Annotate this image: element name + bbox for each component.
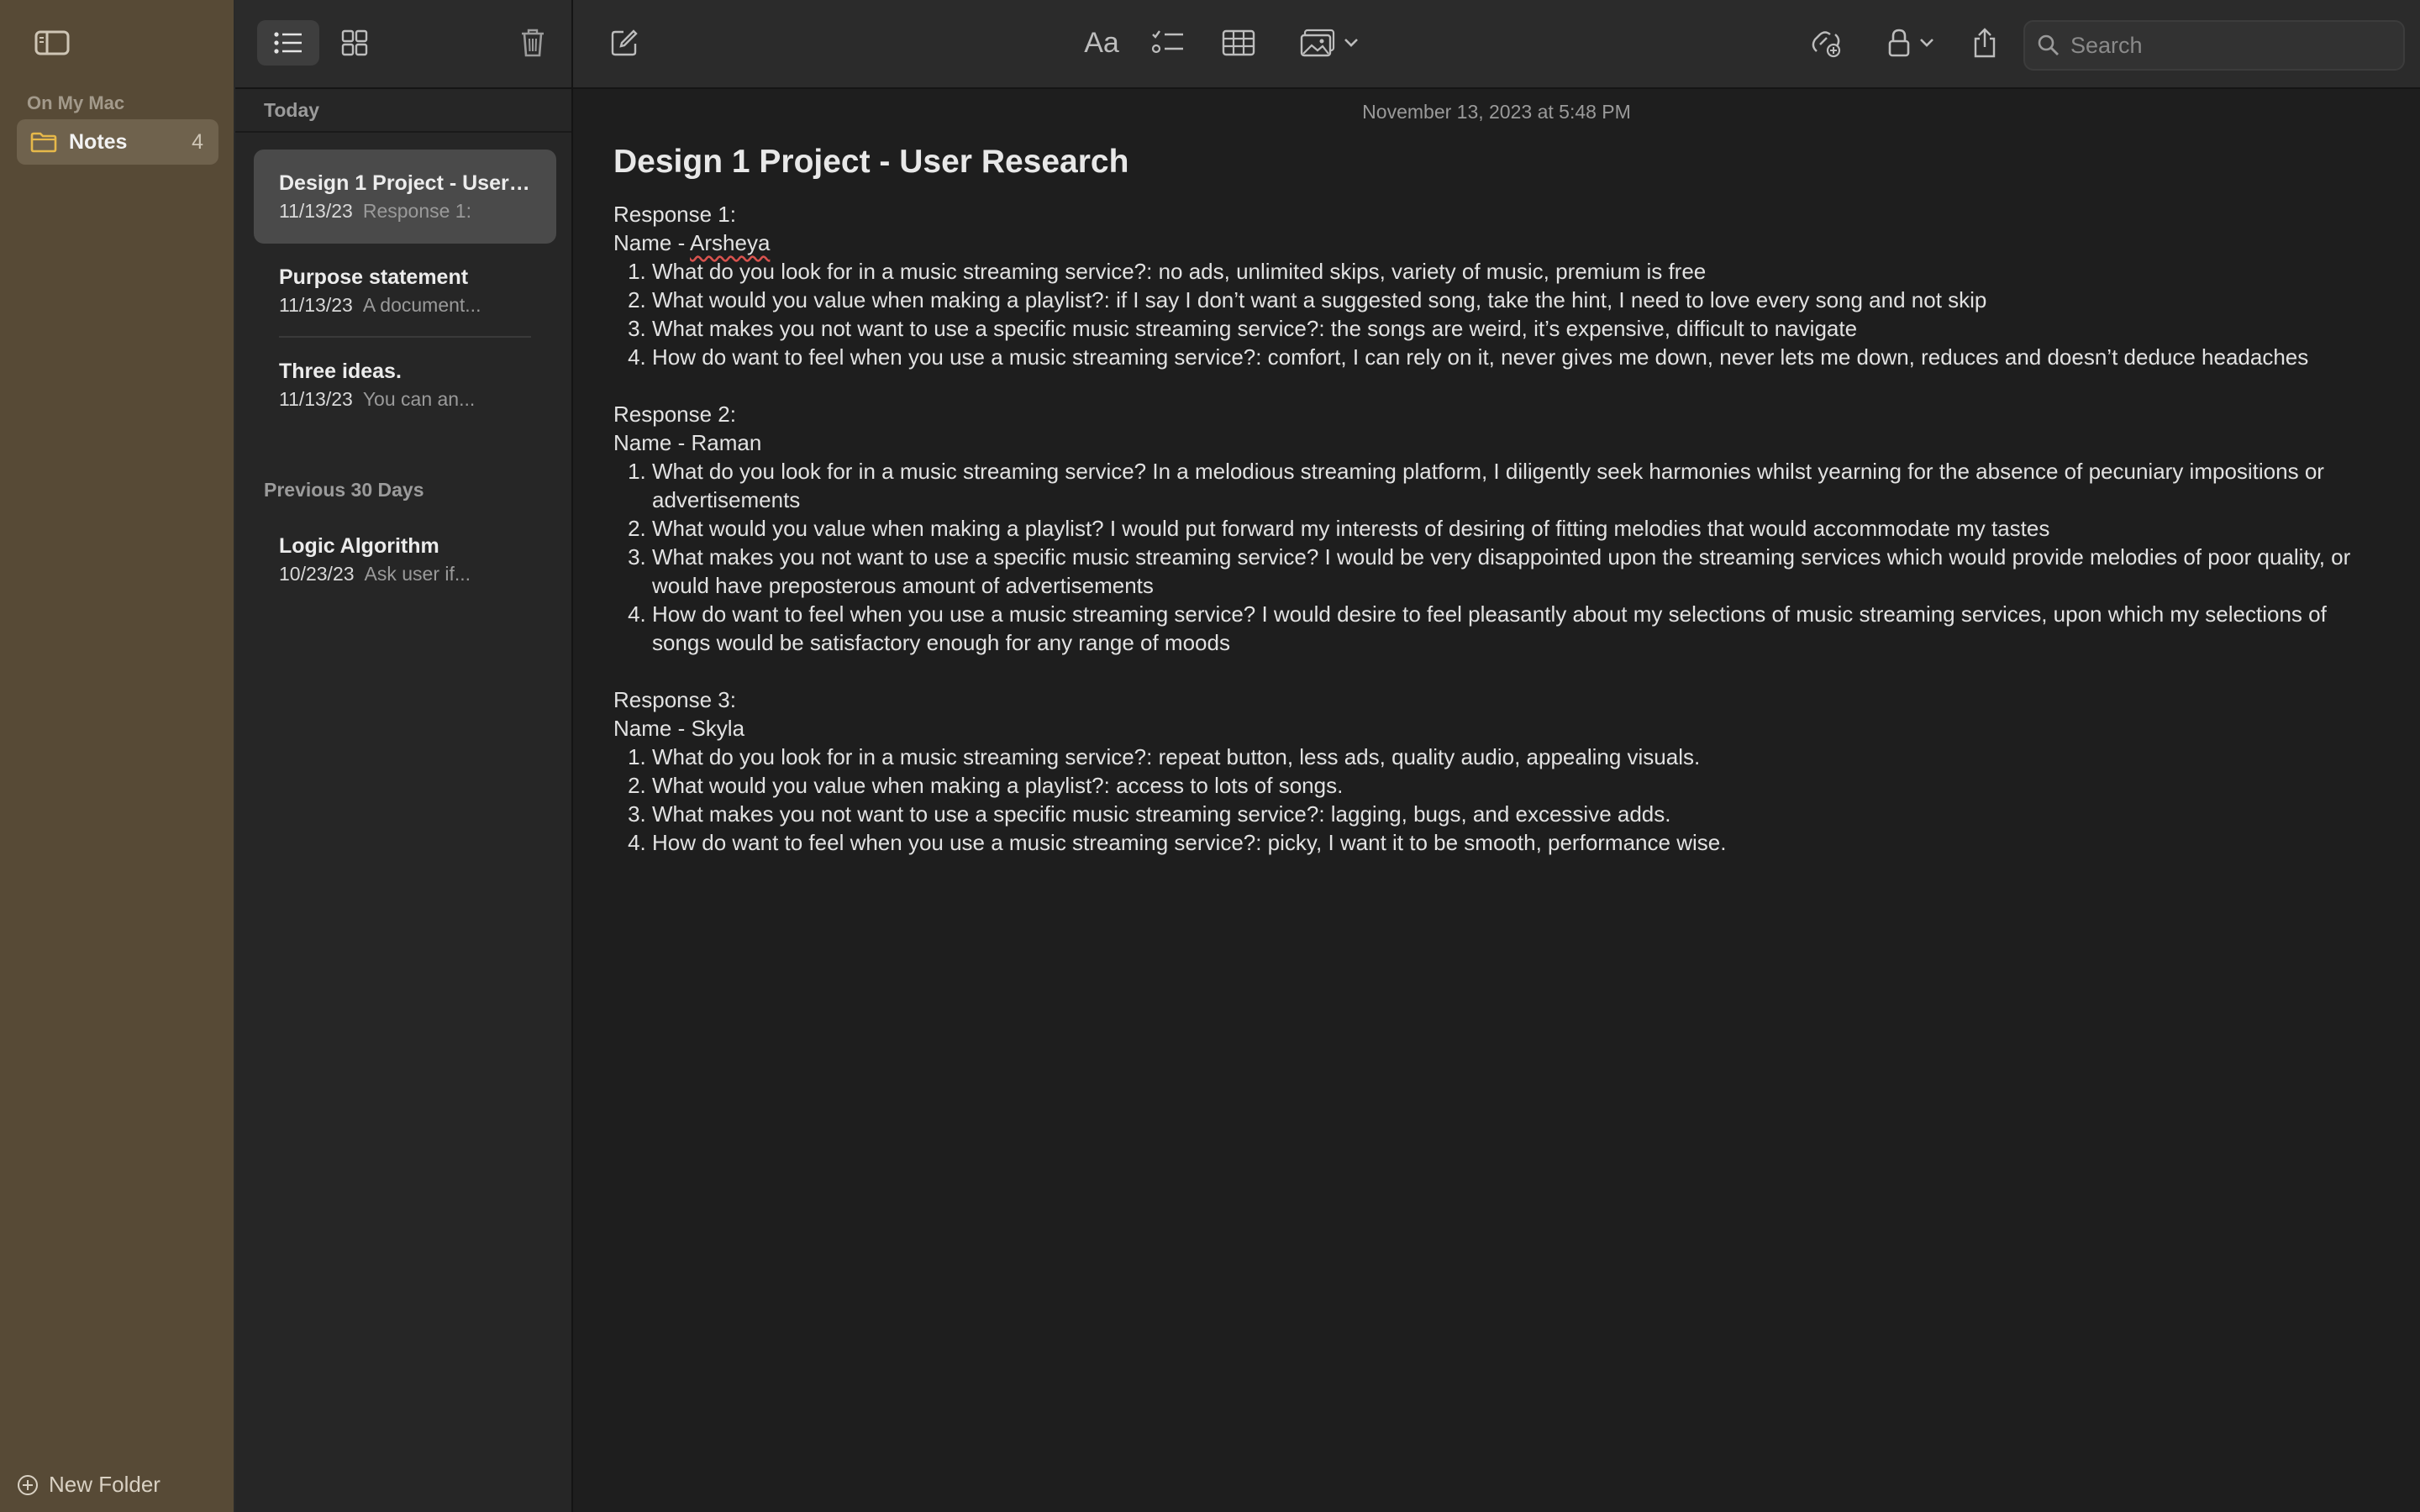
answer-item: How do want to feel when you use a music… (652, 343, 2361, 371)
format-button[interactable]: Aa (1079, 22, 1124, 64)
answer-list: What do you look for in a music streamin… (613, 457, 2361, 657)
collaborate-button[interactable] (1807, 22, 1845, 64)
note-item-date: 11/13/23 (279, 200, 353, 222)
response-heading: Response 2: (613, 402, 736, 427)
group-header-previous-30-days: Previous 30 Days (264, 479, 424, 501)
grid-view-icon (341, 29, 368, 56)
folder-item-notes[interactable]: Notes 4 (17, 119, 218, 165)
gallery-view-button[interactable] (329, 20, 380, 66)
answer-list: What do you look for in a music streamin… (613, 257, 2361, 371)
answer-list: What do you look for in a music streamin… (613, 743, 2361, 857)
answer-item: How do want to feel when you use a music… (652, 600, 2361, 657)
respondent-name: Arsheya (690, 230, 771, 255)
search-icon (2037, 33, 2062, 58)
note-item-preview: Ask user if... (364, 563, 471, 585)
answer-item: What makes you not want to use a specifi… (652, 800, 2361, 828)
answer-item: What do you look for in a music streamin… (652, 743, 2361, 771)
chevron-down-icon (1920, 39, 1933, 47)
name-prefix: Name - (613, 230, 691, 255)
share-icon (1974, 28, 1996, 58)
new-note-button[interactable] (605, 22, 644, 64)
name-prefix: Name - (613, 430, 692, 455)
note-item-logic-algorithm[interactable]: Logic Algorithm 10/23/23 Ask user if... (254, 512, 556, 606)
search-input[interactable] (2069, 31, 2391, 60)
lock-note-button[interactable] (1879, 22, 1943, 64)
respondent-name: Raman (691, 430, 762, 455)
list-view-icon (274, 32, 302, 54)
note-item-design-1-project[interactable]: Design 1 Project - User Research 11/13/2… (254, 150, 556, 244)
response-block-3: Response 3: Name - Skyla What do you loo… (613, 685, 2361, 857)
response-block-1: Response 1: Name - Arsheya What do you l… (613, 200, 2361, 371)
note-item-date: 10/23/23 (279, 563, 355, 585)
folder-icon (30, 130, 59, 154)
note-item-title: Three ideas. (279, 360, 402, 383)
collaborate-icon (1812, 31, 1841, 58)
trash-icon (522, 29, 544, 57)
respondent-name: Skyla (691, 716, 745, 741)
note-editor[interactable]: November 13, 2023 at 5:48 PM Design 1 Pr… (573, 89, 2420, 1512)
note-item-title: Logic Algorithm (279, 534, 439, 558)
answer-item: What makes you not want to use a specifi… (652, 314, 2361, 343)
checklist-icon (1151, 30, 1183, 54)
note-item-preview: Response 1: (362, 200, 471, 222)
checklist-button[interactable] (1150, 22, 1186, 64)
answer-item: How do want to feel when you use a music… (652, 828, 2361, 857)
note-list-pane: Today Design 1 Project - User Research 1… (235, 0, 573, 1512)
note-item-title: Purpose statement (279, 265, 469, 289)
list-view-button[interactable] (257, 20, 319, 66)
chevron-down-icon (1344, 39, 1358, 47)
answer-item: What would you value when making a playl… (652, 286, 2361, 314)
table-icon (1222, 29, 1255, 56)
lock-icon (1888, 29, 1910, 57)
folder-count: 4 (192, 129, 203, 154)
response-name-line: Name - Arsheya (613, 228, 2361, 257)
answer-item: What would you value when making a playl… (652, 514, 2361, 543)
answer-item: What makes you not want to use a specifi… (652, 543, 2361, 600)
photo-icon (1300, 29, 1335, 57)
response-name-line: Name - Raman (613, 428, 2361, 457)
note-item-date: 11/13/23 (279, 294, 353, 316)
note-timestamp: November 13, 2023 at 5:48 PM (1362, 101, 1631, 123)
note-item-purpose-statement[interactable]: Purpose statement 11/13/23 A document... (254, 244, 556, 338)
name-prefix: Name - (613, 716, 692, 741)
compose-icon (611, 29, 638, 56)
note-title[interactable]: Design 1 Project - User Research (613, 141, 2361, 183)
search-field[interactable] (2023, 20, 2405, 71)
answer-item: What do you look for in a music streamin… (652, 257, 2361, 286)
answer-item: What would you value when making a playl… (652, 771, 2361, 800)
plus-circle-icon (17, 1473, 40, 1497)
table-button[interactable] (1220, 22, 1257, 64)
folder-label: Notes (69, 129, 128, 154)
note-body[interactable]: Design 1 Project - User Research Respons… (613, 141, 2361, 885)
note-item-three-ideas[interactable]: Three ideas. 11/13/23 You can an... (254, 338, 556, 432)
delete-note-button[interactable] (508, 20, 558, 66)
section-label-on-my-mac: On My Mac (27, 92, 125, 113)
answer-item: What do you look for in a music streamin… (652, 457, 2361, 514)
new-folder-label: New Folder (49, 1472, 160, 1497)
response-block-2: Response 2: Name - Raman What do you loo… (613, 400, 2361, 657)
media-button[interactable] (1296, 22, 1363, 64)
new-folder-button[interactable]: New Folder (17, 1472, 160, 1498)
response-heading: Response 1: (613, 202, 736, 227)
folders-sidebar: On My Mac Notes 4 New Folder (0, 0, 235, 1512)
response-name-line: Name - Skyla (613, 714, 2361, 743)
note-item-title: Design 1 Project - User Research (279, 171, 531, 195)
sidebar-toggle-icon[interactable] (32, 29, 72, 57)
group-divider (235, 131, 571, 133)
note-list-toolbar (235, 0, 571, 89)
response-heading: Response 3: (613, 687, 736, 712)
note-item-preview: You can an... (362, 388, 476, 410)
editor-toolbar: Aa (573, 0, 2420, 89)
group-header-today: Today (264, 99, 320, 121)
share-button[interactable] (1968, 22, 2002, 64)
note-item-preview: A document... (362, 294, 481, 316)
note-item-date: 11/13/23 (279, 388, 353, 410)
